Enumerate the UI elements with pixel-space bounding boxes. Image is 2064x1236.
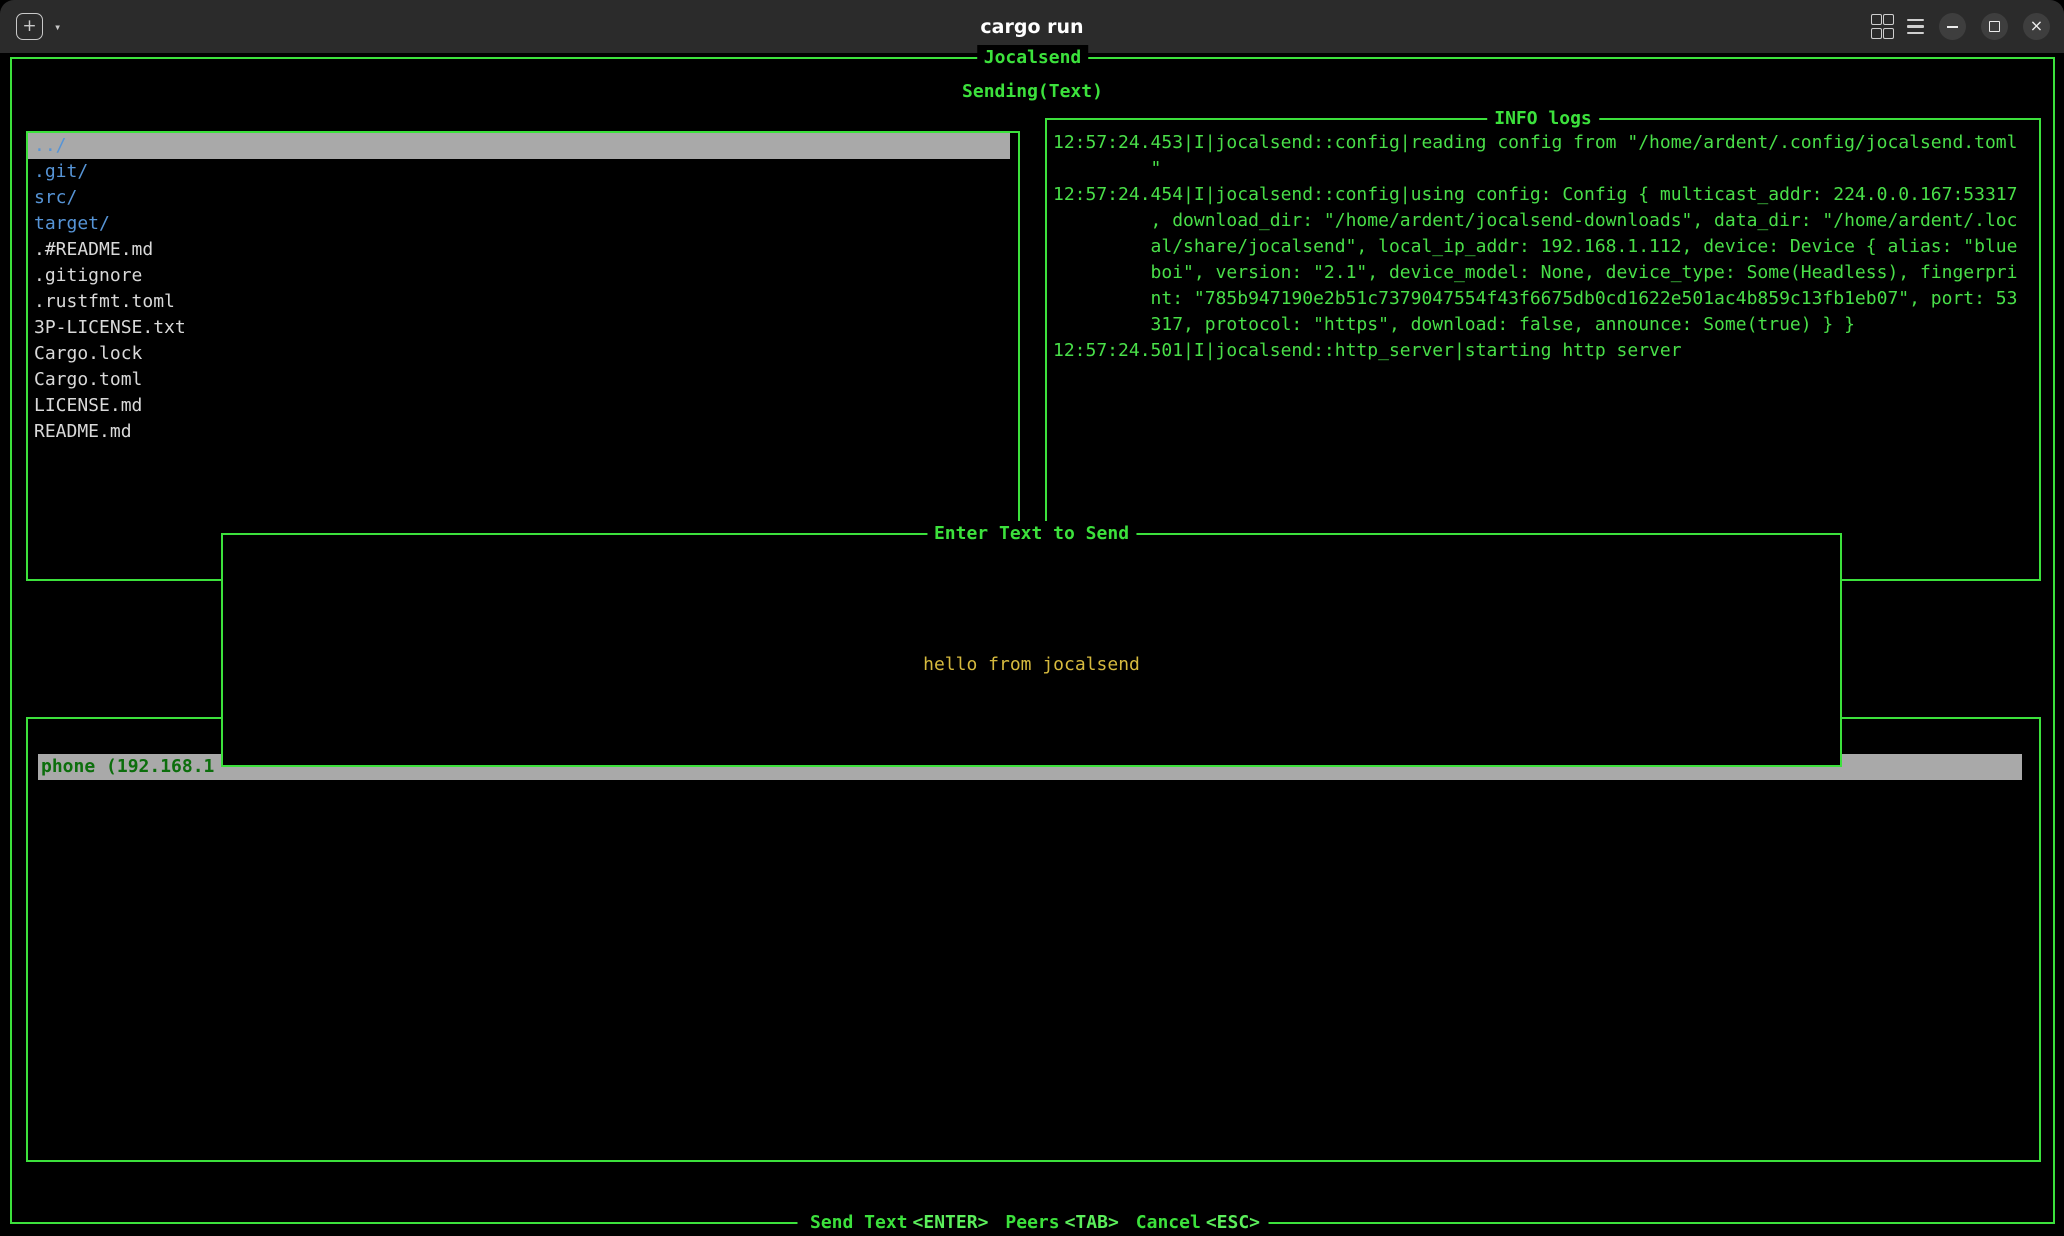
help-send-key: <ENTER>: [913, 1212, 989, 1233]
file-item[interactable]: Cargo.lock: [28, 341, 1010, 367]
help-cancel-key: <ESC>: [1206, 1212, 1260, 1233]
log-line: al/share/jocalsend", local_ip_addr: 192.…: [1053, 234, 2035, 260]
file-item[interactable]: src/: [28, 185, 1010, 211]
log-line: ": [1053, 156, 2035, 182]
log-line: nt: "785b947190e2b51c7379047554f43f6675d…: [1053, 286, 2035, 312]
file-item[interactable]: .git/: [28, 159, 1010, 185]
help-cancel-label: Cancel: [1136, 1212, 1201, 1233]
file-item[interactable]: target/: [28, 211, 1010, 237]
minimize-button[interactable]: [1939, 13, 1966, 40]
peers-panel: phone (192.168.1: [26, 717, 2041, 1162]
keybind-help-bar: Send Text<ENTER> Peers <TAB> Cancel<ESC>: [797, 1210, 1268, 1236]
modal-title: Enter Text to Send: [927, 521, 1136, 547]
tab-overview-icon[interactable]: [1871, 14, 1892, 39]
file-item[interactable]: .rustfmt.toml: [28, 289, 1010, 315]
file-item[interactable]: Cargo.toml: [28, 367, 1010, 393]
file-item[interactable]: 3P-LICENSE.txt: [28, 315, 1010, 341]
close-icon: ×: [2030, 18, 2043, 34]
log-line: , download_dir: "/home/ardent/jocalsend-…: [1053, 208, 2035, 234]
file-item[interactable]: .#README.md: [28, 237, 1010, 263]
chevron-down-icon[interactable]: ▾: [54, 20, 61, 34]
app-frame: Jocalsend Sending(Text) ../ .git/ src/ t…: [10, 57, 2055, 1224]
log-line: 12:57:24.454|I|jocalsend::config|using c…: [1053, 182, 2035, 208]
text-input-value[interactable]: hello from jocalsend: [223, 652, 1840, 678]
log-line: 12:57:24.453|I|jocalsend::config|reading…: [1053, 130, 2035, 156]
info-logs-panel: INFO logs 12:57:24.453|I|jocalsend::conf…: [1045, 118, 2041, 581]
help-peers-label: Peers: [1005, 1212, 1059, 1233]
file-item[interactable]: .gitignore: [28, 263, 1010, 289]
new-tab-button[interactable]: +: [16, 13, 43, 40]
close-button[interactable]: ×: [2023, 13, 2050, 40]
terminal-content: Jocalsend Sending(Text) ../ .git/ src/ t…: [0, 53, 2064, 1235]
file-item[interactable]: README.md: [28, 419, 1010, 445]
menu-icon[interactable]: [1907, 19, 1924, 35]
text-input-modal: Enter Text to Send hello from jocalsend: [221, 533, 1842, 767]
app-title: Jocalsend: [977, 45, 1089, 71]
minimize-icon: [1947, 26, 1958, 28]
help-peers-key: <TAB>: [1065, 1212, 1119, 1233]
maximize-icon: [1989, 21, 2000, 32]
log-line: 317, protocol: "https", download: false,…: [1053, 312, 2035, 338]
app-status: Sending(Text): [12, 79, 2053, 105]
plus-icon: +: [22, 18, 36, 35]
help-send-label: Send Text: [810, 1212, 908, 1233]
file-item[interactable]: LICENSE.md: [28, 393, 1010, 419]
log-lines: 12:57:24.453|I|jocalsend::config|reading…: [1053, 130, 2035, 364]
log-line: 12:57:24.501|I|jocalsend::http_server|st…: [1053, 338, 2035, 364]
logs-panel-title: INFO logs: [1487, 106, 1599, 132]
file-item[interactable]: ../: [28, 133, 1010, 159]
terminal-window: + ▾ cargo run × Jocalsend Sending(Text) …: [0, 0, 2064, 1235]
window-title: cargo run: [980, 16, 1083, 38]
file-browser-panel: ../ .git/ src/ target/ .#README.md .giti…: [26, 131, 1020, 581]
maximize-button[interactable]: [1981, 13, 2008, 40]
log-line: boi", version: "2.1", device_model: None…: [1053, 260, 2035, 286]
